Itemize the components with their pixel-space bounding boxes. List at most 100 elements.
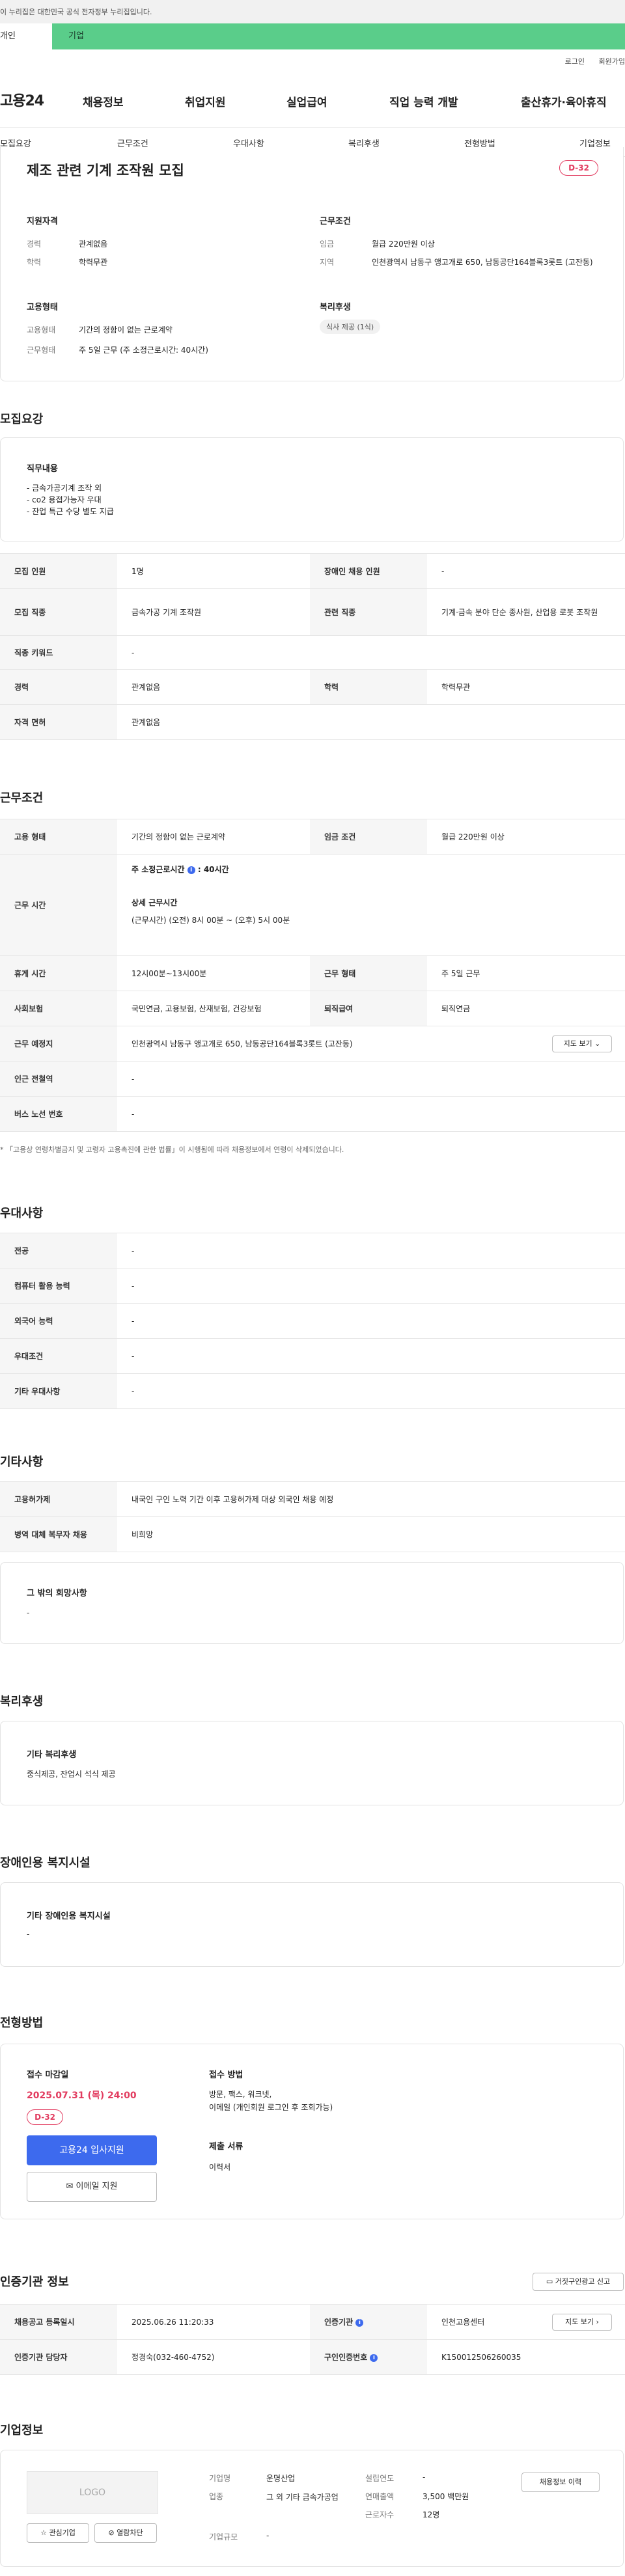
block-icon: ⊘	[108, 2528, 115, 2537]
table-row: 자격 면허 관계없음	[0, 704, 625, 740]
cell-key: 구인인증번호 i	[310, 2339, 427, 2375]
gov-notice-text: 이 누리집은 대한민국 공식 전자정부 누리집입니다.	[0, 8, 152, 16]
qual-title: 지원자격	[27, 217, 58, 226]
cell-value: 학력무관	[427, 669, 625, 705]
cert-map-label: 지도 보기	[565, 2318, 594, 2326]
cell-value: 기간의 정함이 없는 근로계약	[117, 819, 310, 855]
cert-map-button[interactable]: 지도 보기 ›	[552, 2314, 612, 2331]
founded-label: 설립연도	[365, 2474, 395, 2483]
info-icon[interactable]: i	[187, 866, 195, 874]
favorite-company-button[interactable]: ☆ 관심기업	[27, 2523, 89, 2543]
section-title-pref: 우대사항	[0, 1207, 44, 1220]
cell-key: 근무 형태	[310, 955, 427, 991]
login-link[interactable]: 로그인	[565, 57, 585, 66]
email-apply-button[interactable]: ✉ 이메일 지원	[27, 2172, 157, 2202]
hours-cell: 주 소정근로시간 i : 40시간 상세 근무시간 (근무시간) (오전) 8시…	[117, 854, 625, 956]
method-line: 방문, 팩스, 워크넷,	[209, 2090, 272, 2099]
chevron-right-icon: ›	[596, 2318, 599, 2326]
welfare-card: 기타 복리후생 중식제공, 잔업시 석식 제공	[0, 1721, 624, 1805]
info-icon[interactable]: i	[370, 2353, 378, 2362]
age-notice: * 「고용상 연령차별금지 및 고령자 고용촉진에 관한 법률」이 시행됨에 따…	[0, 1145, 344, 1154]
other-wish-value: -	[27, 1608, 30, 1617]
selection-dday-badge: D-32	[27, 2109, 63, 2125]
site-logo[interactable]: 고용24	[0, 89, 44, 110]
block-label: 열람차단	[117, 2528, 143, 2537]
industry-value: 그 외 기타 금속가공업	[266, 2493, 339, 2502]
cell-value: 비희망	[117, 1516, 625, 1552]
signup-link[interactable]: 회원가입	[599, 57, 625, 66]
user-type-tabs: 개인 기업	[0, 23, 625, 49]
tab-personal[interactable]: 개인	[0, 23, 52, 49]
cell-value: 금속가공 기계 조작원	[117, 588, 310, 636]
gnb-item-employment-support[interactable]: 취업지원	[185, 93, 226, 109]
emp-type-value: 기간의 정함이 없는 근로계약	[79, 325, 173, 335]
hours-detail-title: 상세 근무시간	[132, 898, 178, 907]
gnb-item-training[interactable]: 직업 능력 개발	[389, 93, 458, 109]
map-button[interactable]: 지도 보기 ⌄	[552, 1035, 612, 1052]
document-icon: ▭	[546, 2277, 553, 2286]
cell-key: 장애인 채용 인원	[310, 553, 427, 589]
cell-value: 내국인 구인 노력 기간 이후 고용허가제 대상 외국인 채용 예정	[117, 1481, 625, 1517]
summary-card: 제조 관련 기계 조작원 모집 D-32 지원자격 경력 관계없음 학력 학력무…	[0, 147, 624, 381]
table-row: 경력 관계없음 학력 학력무관	[0, 669, 625, 705]
gnb-item-jobs[interactable]: 채용정보	[83, 93, 124, 109]
disabled-box-title: 기타 장애인용 복지시설	[27, 1911, 111, 1921]
cell-value: -	[117, 1303, 625, 1339]
table-row: 버스 노선 번호 -	[0, 1096, 625, 1132]
recruit-table: 모집 인원 1명 장애인 채용 인원 - 모집 직종 금속가공 기계 조작원 관…	[0, 553, 625, 740]
table-row: 인증기관 담당자 정경숙(032-460-4752) 구인인증번호 i K150…	[0, 2339, 625, 2375]
cell-value: -	[117, 1096, 625, 1132]
cell-key: 직종 키워드	[0, 635, 117, 670]
tab-company[interactable]: 기업	[52, 23, 625, 49]
duty-title: 직무내용	[27, 464, 58, 474]
cell-key: 퇴직급여	[310, 991, 427, 1026]
welfare-box-title: 기타 복리후생	[27, 1750, 77, 1760]
cell-key: 경력	[0, 669, 117, 705]
founded-value: -	[423, 2473, 426, 2482]
cell-value: -	[117, 635, 625, 670]
cell-key: 관련 직종	[310, 588, 427, 636]
docs-value: 이력서	[209, 2163, 231, 2172]
table-row: 기타 우대사항 -	[0, 1373, 625, 1409]
duty-line: - co2 용접가능자 우대	[27, 495, 102, 504]
cell-value: -	[117, 1233, 625, 1268]
table-row: 휴게 시간 12시00분~13시00분 근무 형태 주 5일 근무	[0, 955, 625, 991]
cell-value: -	[427, 553, 625, 589]
duty-card: 직무내용 - 금속가공기계 조작 외 - co2 용접가능자 우대 - 잔업 특…	[0, 437, 624, 541]
company-name-value: 운명산업	[266, 2474, 296, 2483]
cert-org-value: 인천고용센터	[441, 2318, 485, 2327]
cell-value: 정경숙(032-460-4752)	[117, 2339, 310, 2375]
top-links: 로그인 회원가입	[553, 56, 625, 66]
block-view-button[interactable]: ⊘ 열람차단	[94, 2523, 157, 2543]
cell-key: 사회보험	[0, 991, 117, 1026]
gnb-item-unemployment-benefit[interactable]: 실업급여	[286, 93, 327, 109]
size-value: -	[266, 2531, 270, 2540]
cell-key: 자격 면허	[0, 704, 117, 740]
cell-value: -	[117, 1373, 625, 1409]
section-title-cert: 인증기관 정보	[0, 2275, 69, 2289]
cell-value: -	[117, 1338, 625, 1374]
cell-key: 고용 형태	[0, 819, 117, 855]
cell-key: 인근 전철역	[0, 1061, 117, 1097]
edu-value: 학력무관	[79, 258, 108, 267]
cell-value: 월급 220만원 이상	[427, 819, 625, 855]
section-title-selection: 전형방법	[0, 2016, 44, 2030]
section-title-disabled: 장애인용 복지시설	[0, 1856, 90, 1870]
size-label: 기업규모	[209, 2532, 238, 2542]
mail-icon: ✉	[66, 2182, 74, 2191]
cell-value: 주 5일 근무	[427, 955, 625, 991]
job-history-button[interactable]: 채용정보 이력	[521, 2473, 600, 2492]
gnb-item-parental-leave[interactable]: 출산휴가·육아휴직	[521, 93, 607, 109]
cell-key: 모집 인원	[0, 553, 117, 589]
section-title-recruit: 모집요강	[0, 413, 44, 426]
report-fake-ad-button[interactable]: ▭ 거짓구인광고 신고	[533, 2273, 624, 2291]
apply-button[interactable]: 고용24 입사지원	[27, 2135, 157, 2165]
cell-value: 관계없음	[117, 669, 310, 705]
cell-key: 우대조건	[0, 1338, 117, 1374]
workcond-table: 고용 형태 기간의 정함이 없는 근로계약 임금 조건 월급 220만원 이상 …	[0, 819, 625, 1132]
info-icon[interactable]: i	[355, 2318, 364, 2327]
other-wish-title: 그 밖의 희망사항	[27, 1589, 87, 1598]
table-row: 우대조건 -	[0, 1338, 625, 1374]
table-row: 사회보험 국민연금, 고용보험, 산재보험, 건강보험 퇴직급여 퇴직연금	[0, 991, 625, 1026]
cell-value: 1명	[117, 553, 310, 589]
